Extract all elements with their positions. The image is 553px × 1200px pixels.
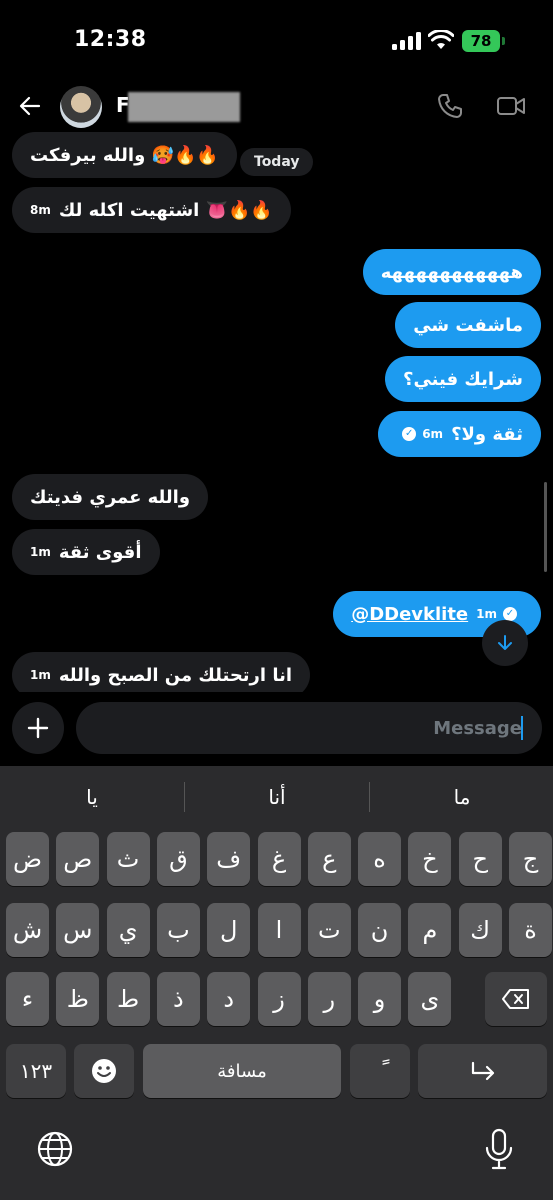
keyboard-key[interactable]: غ xyxy=(257,832,301,886)
message-text: والله عمري فديتك xyxy=(30,486,191,508)
arrow-down-icon xyxy=(498,635,512,650)
keyboard-key[interactable]: ه xyxy=(358,832,402,886)
message-timestamp: 6m xyxy=(422,427,444,441)
keyboard-key[interactable]: ل xyxy=(207,903,251,957)
emoji-key[interactable] xyxy=(74,1044,134,1098)
keyboard-key[interactable]: ط xyxy=(106,972,150,1026)
wifi-icon xyxy=(428,30,454,49)
video-call-icon[interactable] xyxy=(496,94,526,118)
keyboard-key[interactable]: ث xyxy=(106,832,150,886)
keyboard-key[interactable]: ح xyxy=(458,832,502,886)
message-list[interactable]: والله بيرفكت 🥵🔥🔥 Today 8m اشتهيت اكله لك… xyxy=(0,132,553,692)
keyboard-key[interactable]: ب xyxy=(156,903,200,957)
space-key[interactable]: مسافة xyxy=(143,1044,341,1098)
keyboard-key[interactable]: خ xyxy=(408,832,452,886)
suggestion-bar: يا أنا ما xyxy=(0,766,553,828)
message-bubble-outgoing[interactable]: ✓ 6m ثقة ولا؟ xyxy=(378,411,541,457)
keyboard-key[interactable]: ت xyxy=(307,903,351,957)
cellular-signal-icon xyxy=(392,32,422,50)
message-bubble-incoming[interactable]: والله عمري فديتك xyxy=(12,474,209,520)
message-bubble-incoming[interactable]: والله بيرفكت 🥵🔥🔥 xyxy=(12,132,237,178)
message-text: هههههههههههه xyxy=(380,261,523,283)
status-bar: 12:38 78 xyxy=(0,0,553,80)
keyboard-key[interactable]: س xyxy=(56,903,100,957)
backspace-icon xyxy=(502,989,529,1009)
chat-header: F xyxy=(0,80,553,132)
suggestion-item[interactable]: أنا xyxy=(185,766,369,828)
message-text: ثقة ولا؟ xyxy=(451,423,523,445)
keyboard-key[interactable]: ة xyxy=(509,903,552,957)
keyboard-key[interactable]: ى xyxy=(408,972,452,1026)
read-check-icon: ✓ xyxy=(503,607,517,621)
message-bubble-incoming[interactable]: 1m أقوى ثقة xyxy=(12,529,160,575)
emoji-icon xyxy=(92,1059,116,1083)
add-attachment-button[interactable] xyxy=(12,702,64,754)
backspace-key[interactable] xyxy=(485,972,547,1026)
avatar[interactable] xyxy=(60,86,102,128)
redacted-name xyxy=(128,92,240,122)
keyboard-key[interactable]: ك xyxy=(458,903,502,957)
keyboard-key[interactable]: ق xyxy=(156,832,200,886)
message-text: شرايك فيني؟ xyxy=(403,368,523,390)
message-bubble-outgoing[interactable]: شرايك فيني؟ xyxy=(385,356,541,402)
message-text: أقوى ثقة xyxy=(58,541,142,563)
keyboard-key[interactable]: ع xyxy=(307,832,351,886)
status-time: 12:38 xyxy=(74,27,147,52)
message-timestamp: 1m xyxy=(30,545,51,559)
message-input[interactable] xyxy=(76,702,542,754)
keyboard-key[interactable]: ص xyxy=(56,832,100,886)
keyboard-key[interactable]: ء xyxy=(6,972,49,1026)
keyboard-key[interactable]: ذ xyxy=(156,972,200,1026)
keyboard-key[interactable]: ن xyxy=(358,903,402,957)
numbers-key[interactable]: ١٢٣ xyxy=(6,1044,66,1098)
keyboard-key[interactable]: ض xyxy=(6,832,49,886)
message-timestamp: 8m xyxy=(30,203,51,217)
message-timestamp: 1m xyxy=(476,607,497,621)
keyboard-key[interactable]: و xyxy=(358,972,402,1026)
message-bubble-incoming[interactable]: 8m اشتهيت اكله لك 👅🔥🔥 xyxy=(12,187,291,233)
keyboard-key[interactable]: ا xyxy=(257,903,301,957)
battery-level: 78 xyxy=(470,32,492,50)
message-text: انا ارتحتلك من الصبح والله xyxy=(58,664,293,686)
keyboard-key[interactable]: ش xyxy=(6,903,49,957)
microphone-icon[interactable] xyxy=(484,1128,514,1170)
diacritic-key[interactable]: ً xyxy=(350,1044,410,1098)
compose-bar xyxy=(0,700,553,764)
back-arrow-icon[interactable] xyxy=(18,94,42,118)
keyboard-key[interactable]: ر xyxy=(307,972,351,1026)
text-caret xyxy=(521,716,523,740)
message-bubble-outgoing[interactable]: ماشفت شي xyxy=(395,302,541,348)
return-icon xyxy=(471,1061,494,1081)
plus-icon xyxy=(27,717,49,739)
message-text: والله بيرفكت 🥵🔥🔥 xyxy=(30,144,219,166)
date-separator: Today xyxy=(240,148,314,176)
keyboard-key[interactable]: م xyxy=(408,903,452,957)
suggestion-item[interactable]: ما xyxy=(370,766,553,828)
read-check-icon: ✓ xyxy=(402,427,417,441)
message-text: اشتهيت اكله لك 👅🔥🔥 xyxy=(58,199,273,221)
phone-icon[interactable] xyxy=(436,92,464,120)
scroll-to-bottom-button[interactable] xyxy=(482,620,528,666)
keyboard-key[interactable]: ظ xyxy=(56,972,100,1026)
globe-icon[interactable] xyxy=(36,1130,74,1168)
message-timestamp: 1m xyxy=(30,668,51,682)
message-bubble-outgoing[interactable]: هههههههههههه xyxy=(362,249,541,295)
battery-icon: 78 xyxy=(462,30,500,52)
keyboard-key[interactable]: ي xyxy=(106,903,150,957)
battery-tip xyxy=(502,37,505,45)
mention-link[interactable]: @DDevklite xyxy=(351,604,468,625)
message-bubble-incoming[interactable]: 1m انا ارتحتلك من الصبح والله xyxy=(12,652,311,692)
suggestion-item[interactable]: يا xyxy=(0,766,184,828)
keyboard-key[interactable]: د xyxy=(207,972,251,1026)
message-text: ماشفت شي xyxy=(413,314,523,336)
keyboard-key[interactable]: ز xyxy=(257,972,301,1026)
keyboard-key[interactable]: ج xyxy=(509,832,552,886)
scrollbar[interactable] xyxy=(544,482,547,572)
return-key[interactable] xyxy=(418,1044,547,1098)
keyboard-key[interactable]: ف xyxy=(207,832,251,886)
